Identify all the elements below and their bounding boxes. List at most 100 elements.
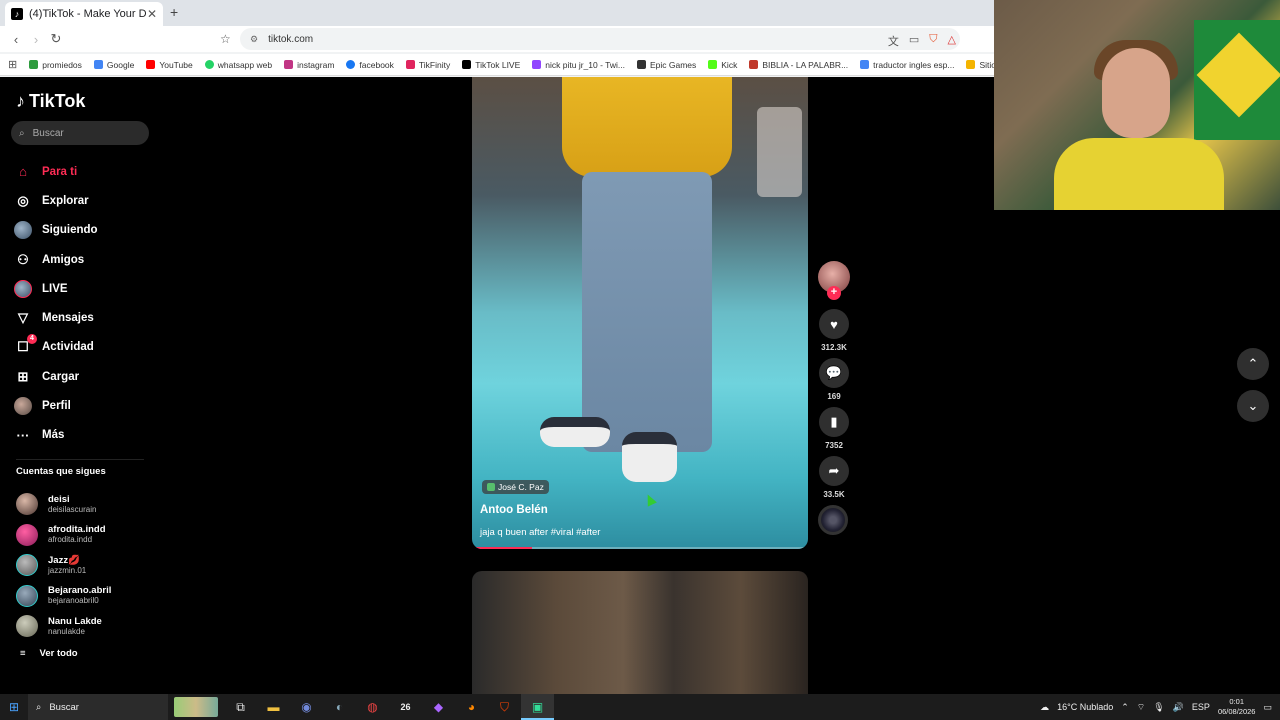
bible-icon [749,60,759,69]
location-tag[interactable]: José C. Paz [482,480,549,494]
cloud-icon: ☁ [1040,701,1050,712]
comment-icon[interactable]: 💬 [819,358,849,388]
bookmark-star-icon[interactable]: ☆ [220,32,231,46]
bookmark-item[interactable]: Google [93,60,134,70]
nav-item-para-ti[interactable]: ⌂ Para ti [14,157,154,186]
windows-taskbar: ⊞ ⌕ Buscar ⧉ ▬ ◉ ◐ ◍ 26 ◆ ◕ ⛉ ▣ ☁ 16°C N… [0,694,1280,720]
like-action[interactable]: ♥ 312.3K [818,309,850,352]
browser-tab[interactable]: ♪ (4)TikTok - Make Your Day ✕ [5,2,163,26]
app-icon[interactable]: ◆ [422,700,455,714]
bookmarks-bar: ⊞ promiedos Google YouTube whatsapp web … [0,54,994,76]
previous-video-button[interactable]: ⌃ [1237,348,1269,380]
music-disc-icon[interactable] [818,505,848,535]
bookmark-item[interactable]: traductor ingles esp... [860,60,954,70]
nav-item-mensajes[interactable]: ▽ Mensajes [14,303,154,332]
nav-item-cargar[interactable]: ⊞ Cargar [14,362,154,391]
address-bar[interactable]: ⚙ tiktok.com [240,28,960,50]
app-26-icon[interactable]: 26 [389,702,422,712]
nav-item-perfil[interactable]: Perfil [14,391,154,420]
see-all-button[interactable]: ≡ Ver todo [20,648,78,659]
brave-rewards-icon[interactable]: △ [948,33,956,49]
nav-item-live[interactable]: LIVE [14,274,154,303]
nav-item-amigos[interactable]: ⚇ Amigos [14,245,154,274]
bookmark-item[interactable]: whatsapp web [204,60,272,70]
clock[interactable]: 0:01 06/08/2026 [1218,697,1256,717]
forward-icon[interactable]: › [26,32,46,47]
bookmark-item[interactable]: Epic Games [636,60,696,70]
share-icon[interactable]: ➦ [819,456,849,486]
bookmark-item[interactable]: Kick [708,60,737,70]
reload-icon[interactable]: ↻ [46,31,66,47]
chevron-up-icon: ⌃ [1247,356,1259,371]
microphone-icon[interactable]: 🎙 [1153,702,1164,713]
search-highlight-image[interactable] [174,697,218,717]
video-author[interactable]: Antoo Belén [480,504,548,516]
tray-arrow-icon[interactable]: ⌃ [1121,702,1129,713]
tiktok-live-studio-icon[interactable]: ▣ [521,694,554,720]
main-nav: ⌂ Para ti ◎ Explorar Siguiendo ⚇ Amigos … [14,157,154,450]
tiktok-logo[interactable]: ♪ TikTok [16,91,85,112]
account-name: Bejarano.abril [48,585,112,597]
bookmark-item[interactable]: promiedos [29,60,82,70]
avatar [16,523,38,546]
discord-icon[interactable]: ◉ [290,700,323,714]
bookmark-item[interactable]: Sitio Emp [966,60,994,70]
close-tab-icon[interactable]: ✕ [147,7,157,21]
task-view-icon[interactable]: ⧉ [224,700,257,715]
cast-icon[interactable]: ▭ [909,33,919,49]
home-icon: ⌂ [19,164,27,180]
volume-icon[interactable]: 🔊 [1173,702,1184,713]
bookmark-label: YouTube [159,59,193,70]
tikfinity-icon [405,60,415,69]
chrome-icon[interactable]: ◍ [356,700,389,714]
taskbar-search-label: Buscar [49,701,79,713]
creator-avatar[interactable]: + [818,261,850,300]
weather-text[interactable]: 16°C Nublado [1057,702,1113,712]
bookmark-icon[interactable]: ▮ [819,407,849,437]
following-account[interactable]: Jazz💋 jazzmin.01 [16,550,156,581]
share-action[interactable]: ➦ 33.5K [818,456,850,499]
bookmark-item[interactable]: YouTube [146,59,193,70]
bookmark-item[interactable]: TikFinity [405,60,450,70]
save-action[interactable]: ▮ 7352 [818,407,850,450]
nav-item-mas[interactable]: ··· Más [14,421,154,450]
bookmark-item[interactable]: nick pitu jr_10 - Twi... [532,60,625,70]
account-handle: bejaranoabril0 [48,596,99,606]
following-account[interactable]: deisi deisilascurain [16,489,156,520]
brave-shield-icon[interactable]: ⛉ [929,33,937,49]
video-progress-bar[interactable] [472,547,808,549]
comment-action[interactable]: 💬 169 [818,358,850,401]
next-video-preview[interactable] [472,571,808,695]
apps-grid-icon[interactable]: ⊞ [8,58,17,71]
steam-icon[interactable]: ◐ [323,700,356,714]
bookmark-item[interactable]: facebook [346,60,394,70]
bookmark-item[interactable]: instagram [284,60,334,70]
bookmark-label: TikTok LIVE [475,59,521,70]
nav-item-explorar[interactable]: ◎ Explorar [14,186,154,215]
back-icon[interactable]: ‹ [6,32,26,47]
brave-icon[interactable]: ⛉ [488,700,521,715]
windows-start-icon[interactable]: ⊞ [0,700,28,714]
next-video-button[interactable]: ⌄ [1237,390,1269,422]
video-player[interactable]: José C. Paz Antoo Belén jaja q buen afte… [472,77,808,549]
nav-item-actividad[interactable]: ☐ 4 Actividad [14,333,154,362]
following-account[interactable]: Nanu Lakde nanulakde [16,611,156,642]
heart-icon[interactable]: ♥ [819,309,849,339]
site-info-icon[interactable]: ⚙ [250,34,258,45]
notifications-icon[interactable]: ▭ [1263,702,1272,713]
taskbar-search[interactable]: ⌕ Buscar [28,694,168,720]
list-icon: ≡ [20,648,26,659]
nav-item-siguiendo[interactable]: Siguiendo [14,216,154,245]
language-indicator[interactable]: ESP [1192,702,1210,712]
network-icon[interactable]: ⌔ [1137,702,1145,713]
bookmark-item[interactable]: TikTok LIVE [462,60,520,70]
following-account[interactable]: afrodita.indd afrodita.indd [16,520,156,551]
new-tab-button[interactable]: + [170,4,178,20]
translate-icon[interactable]: 文 [888,33,899,49]
firefox-icon[interactable]: ◕ [455,700,488,714]
following-account[interactable]: Bejarano.abril bejaranoabril0 [16,581,156,612]
file-explorer-icon[interactable]: ▬ [257,700,290,714]
follow-plus-icon[interactable]: + [827,286,841,300]
bookmark-item[interactable]: BIBLIA - LA PALABR... [749,60,848,70]
search-input[interactable]: ⌕ Buscar [11,121,149,145]
